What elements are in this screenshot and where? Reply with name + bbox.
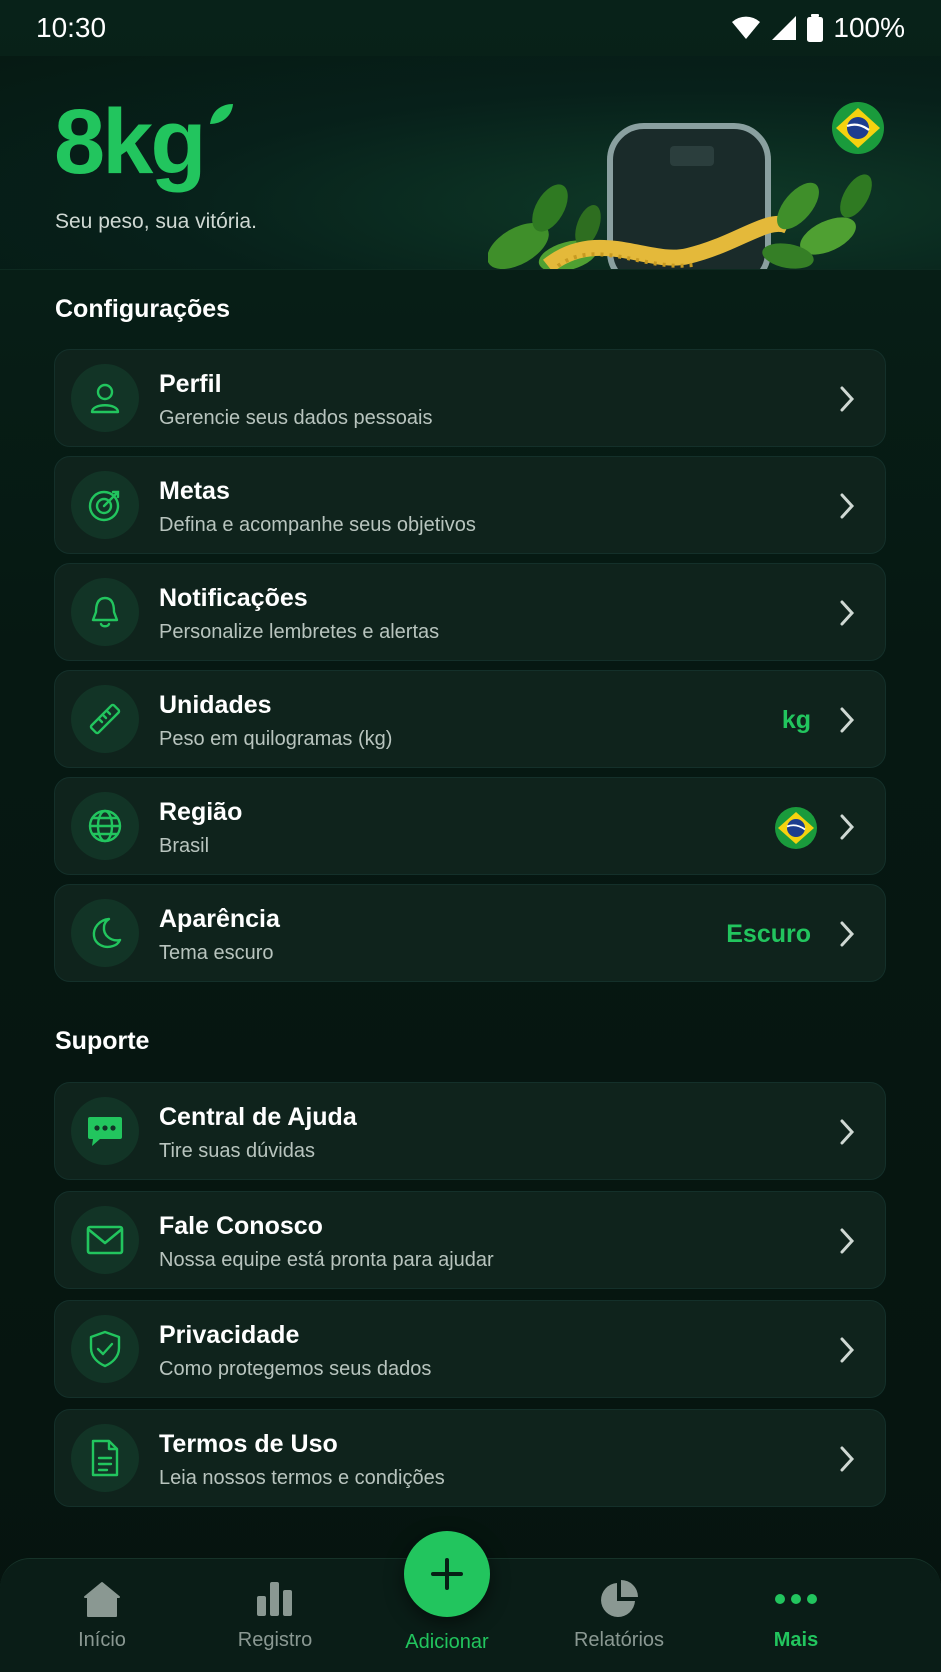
document-icon xyxy=(71,1424,139,1492)
settings-item-goals[interactable]: Metas Defina e acompanhe seus objetivos xyxy=(54,456,886,554)
battery-icon xyxy=(807,14,824,42)
app-header: 8kg Seu peso, sua vitória. xyxy=(0,56,941,270)
support-item-subtitle: Leia nossos termos e condições xyxy=(159,1467,445,1489)
status-bar: 10:30 100% xyxy=(0,0,941,56)
settings-item-title: Região xyxy=(159,798,243,826)
pie-chart-icon xyxy=(599,1577,639,1621)
settings-item-notifications[interactable]: Notificações Personalize lembretes e ale… xyxy=(54,563,886,661)
settings-item-title: Notificações xyxy=(159,584,308,612)
more-icon xyxy=(774,1577,818,1621)
settings-item-appearance[interactable]: Aparência Tema escuro Escuro xyxy=(54,884,886,982)
support-item-title: Privacidade xyxy=(159,1321,300,1349)
ruler-icon xyxy=(71,685,139,753)
chevron-right-icon xyxy=(840,921,855,947)
support-item-title: Central de Ajuda xyxy=(159,1103,357,1131)
support-item-subtitle: Como protegemos seus dados xyxy=(159,1358,432,1380)
leaf-icon xyxy=(210,104,233,124)
chevron-right-icon xyxy=(840,814,855,840)
target-icon xyxy=(71,471,139,539)
settings-item-title: Metas xyxy=(159,477,230,505)
support-item-privacy[interactable]: Privacidade Como protegemos seus dados xyxy=(54,1300,886,1398)
settings-item-subtitle: Personalize lembretes e alertas xyxy=(159,621,440,643)
support-item-title: Fale Conosco xyxy=(159,1212,323,1240)
plus-icon xyxy=(431,1558,463,1590)
settings-item-subtitle: Tema escuro xyxy=(159,942,274,964)
support-item-title: Termos de Uso xyxy=(159,1430,338,1458)
bell-icon xyxy=(71,578,139,646)
section-title-settings: Configurações xyxy=(55,295,231,323)
chevron-right-icon xyxy=(840,493,855,519)
status-time: 10:30 xyxy=(36,12,107,43)
nav-label: Adicionar xyxy=(405,1631,489,1653)
nav-item-log[interactable]: Registro xyxy=(205,1559,345,1672)
nav-label: Início xyxy=(78,1629,126,1651)
section-title-support: Suporte xyxy=(55,1027,150,1055)
signal-icon xyxy=(772,16,797,40)
settings-item-subtitle: Gerencie seus dados pessoais xyxy=(159,407,433,429)
wifi-icon xyxy=(732,16,761,39)
moon-icon xyxy=(71,899,139,967)
user-icon xyxy=(71,364,139,432)
nav-item-home[interactable]: Início xyxy=(32,1559,172,1672)
support-item-subtitle: Nossa equipe está pronta para ajudar xyxy=(159,1249,494,1271)
brazil-flag-icon[interactable] xyxy=(832,102,884,154)
settings-item-title: Aparência xyxy=(159,905,280,933)
settings-item-subtitle: Brasil xyxy=(159,835,210,857)
chevron-right-icon xyxy=(840,1337,855,1363)
settings-item-subtitle: Peso em quilogramas (kg) xyxy=(159,728,393,750)
brazil-flag-icon xyxy=(775,807,817,849)
add-button[interactable] xyxy=(404,1531,490,1617)
settings-item-subtitle: Defina e acompanhe seus objetivos xyxy=(159,514,476,536)
chevron-right-icon xyxy=(840,600,855,626)
shield-icon xyxy=(71,1315,139,1383)
support-item-contact[interactable]: Fale Conosco Nossa equipe está pronta pa… xyxy=(54,1191,886,1289)
appearance-value: Escuro xyxy=(726,920,811,948)
status-icons: 100% xyxy=(731,12,905,44)
scale-illustration xyxy=(488,123,872,269)
chevron-right-icon xyxy=(840,386,855,412)
chat-icon xyxy=(71,1097,139,1165)
app-tagline: Seu peso, sua vitória. xyxy=(55,210,257,233)
bar-chart-icon xyxy=(255,1577,295,1621)
chevron-right-icon xyxy=(840,1446,855,1472)
nav-label: Mais xyxy=(773,1629,819,1651)
units-value: kg xyxy=(781,706,811,734)
nav-item-reports[interactable]: Relatórios xyxy=(549,1559,689,1672)
globe-icon xyxy=(71,792,139,860)
nav-label: Relatórios xyxy=(573,1629,665,1651)
settings-item-region[interactable]: Região Brasil xyxy=(54,777,886,875)
support-item-help-center[interactable]: Central de Ajuda Tire suas dúvidas xyxy=(54,1082,886,1180)
settings-item-profile[interactable]: Perfil Gerencie seus dados pessoais xyxy=(54,349,886,447)
nav-label: Registro xyxy=(237,1629,313,1651)
battery-percent: 100% xyxy=(833,12,905,43)
app-logo: 8kg xyxy=(54,91,207,193)
chevron-right-icon xyxy=(840,1119,855,1145)
settings-item-title: Unidades xyxy=(159,691,272,719)
chevron-right-icon xyxy=(840,1228,855,1254)
support-item-subtitle: Tire suas dúvidas xyxy=(159,1140,315,1162)
nav-item-more[interactable]: Mais xyxy=(726,1559,866,1672)
mail-icon xyxy=(71,1206,139,1274)
home-icon xyxy=(83,1577,121,1621)
support-item-terms[interactable]: Termos de Uso Leia nossos termos e condi… xyxy=(54,1409,886,1507)
settings-screen: 10:30 100% 8kg Seu peso, sua vitória. Co… xyxy=(0,0,941,1672)
settings-item-title: Perfil xyxy=(159,370,222,398)
settings-item-units[interactable]: Unidades Peso em quilogramas (kg) kg xyxy=(54,670,886,768)
chevron-right-icon xyxy=(840,707,855,733)
